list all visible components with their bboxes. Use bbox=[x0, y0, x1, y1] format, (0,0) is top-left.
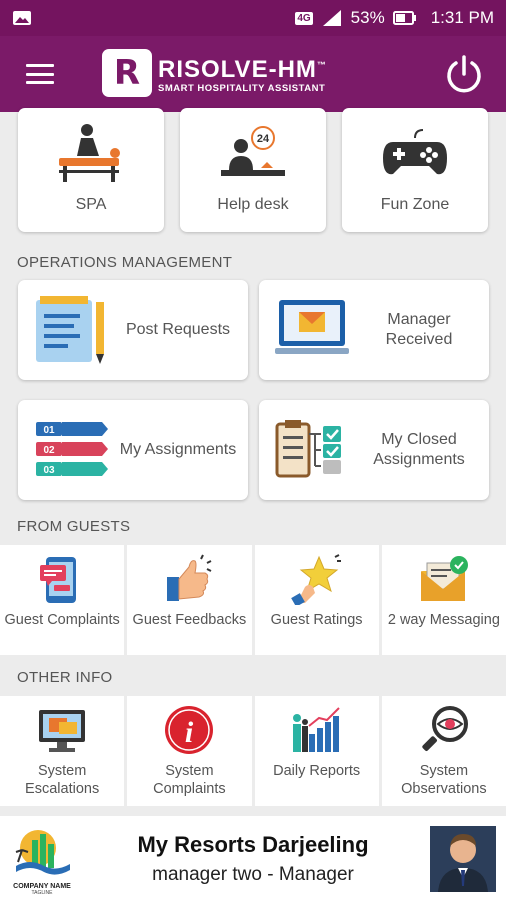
help-desk-card[interactable]: 24 Help desk bbox=[180, 108, 326, 232]
system-escalations-tile[interactable]: System Escalations bbox=[0, 696, 125, 806]
daily-reports-tile[interactable]: Daily Reports bbox=[254, 696, 379, 806]
two-way-messaging-label: 2 way Messaging bbox=[387, 612, 500, 628]
phone-complaint-icon bbox=[40, 557, 77, 603]
manager-received-label: Manager Received bbox=[385, 311, 453, 348]
gallery-notification-icon bbox=[13, 11, 31, 25]
system-observations-label: System Observations bbox=[401, 763, 487, 797]
logo-mark: R bbox=[102, 49, 152, 97]
power-icon[interactable] bbox=[444, 54, 484, 94]
other-info-row: System Escalations i System Complaints D… bbox=[0, 696, 506, 806]
guest-complaints-tile[interactable]: Guest Complaints bbox=[0, 545, 125, 655]
app-title: RISOLVE-HM bbox=[158, 56, 317, 83]
guest-complaints-label: Guest Complaints bbox=[4, 612, 120, 628]
svg-text:24: 24 bbox=[257, 133, 270, 145]
spa-icon bbox=[59, 124, 120, 182]
guests-row: Guest Complaints Guest Feedbacks Guest R… bbox=[0, 545, 506, 655]
help-desk-icon: 24 bbox=[221, 126, 285, 176]
thumbs-up-icon bbox=[167, 554, 212, 601]
trademark: ™ bbox=[316, 60, 327, 70]
app-bar: R RISOLVE-HM™ SMART HOSPITALITY ASSISTAN… bbox=[0, 36, 506, 112]
svg-text:i: i bbox=[185, 716, 194, 749]
operations-section-title: OPERATIONS MANAGEMENT bbox=[17, 254, 233, 271]
svg-text:01: 01 bbox=[43, 425, 55, 436]
system-observations-tile[interactable]: System Observations bbox=[381, 696, 506, 806]
svg-text:03: 03 bbox=[43, 465, 55, 476]
status-bar: 4G 53% 1:31 PM bbox=[0, 0, 506, 36]
my-assignments-label: My Assignments bbox=[119, 441, 237, 458]
menu-icon[interactable] bbox=[26, 64, 54, 84]
daily-reports-label: Daily Reports bbox=[273, 763, 361, 779]
info-circle-icon: i bbox=[165, 706, 214, 754]
my-closed-assignments-card[interactable]: My Closed Assignments bbox=[259, 400, 489, 500]
guest-feedbacks-label: Guest Feedbacks bbox=[132, 612, 247, 628]
two-way-messaging-tile[interactable]: 2 way Messaging bbox=[381, 545, 506, 655]
system-complaints-tile[interactable]: i System Complaints bbox=[127, 696, 252, 806]
fun-zone-label: Fun Zone bbox=[380, 196, 450, 213]
bar-chart-people-icon bbox=[292, 707, 340, 752]
battery-percent: 53% bbox=[350, 8, 385, 27]
my-assignments-card[interactable]: 01 02 03 My Assignments bbox=[18, 400, 248, 500]
clock: 1:31 PM bbox=[430, 8, 494, 27]
magnifier-eye-icon bbox=[422, 706, 468, 751]
checklist-icon bbox=[275, 420, 341, 478]
help-desk-label: Help desk bbox=[217, 196, 289, 213]
star-hand-icon bbox=[290, 554, 341, 605]
footer-profile: COMPANY NAME TAGLINE My Resorts Darjeeli… bbox=[0, 816, 506, 900]
numbered-list-icon: 01 02 03 bbox=[36, 422, 108, 476]
other-info-section-title: OTHER INFO bbox=[17, 669, 113, 686]
my-closed-assignments-label: My Closed Assignments bbox=[373, 431, 465, 468]
signal-icon bbox=[322, 10, 341, 26]
system-complaints-label: System Complaints bbox=[153, 763, 226, 797]
svg-text:02: 02 bbox=[43, 445, 55, 456]
guest-ratings-tile[interactable]: Guest Ratings bbox=[254, 545, 379, 655]
network-type-badge: 4G bbox=[295, 11, 313, 25]
guests-section-title: FROM GUESTS bbox=[17, 518, 131, 535]
system-escalations-label: System Escalations bbox=[25, 763, 100, 797]
monitor-mail-icon bbox=[275, 300, 349, 354]
company-logo-tagline: TAGLINE bbox=[31, 890, 53, 896]
computer-escalation-icon bbox=[39, 710, 86, 752]
spa-label: SPA bbox=[75, 196, 107, 213]
gamepad-icon bbox=[383, 129, 447, 175]
user-avatar[interactable] bbox=[430, 826, 496, 892]
guest-ratings-label: Guest Ratings bbox=[270, 612, 363, 628]
fun-zone-card[interactable]: Fun Zone bbox=[342, 108, 488, 232]
guest-feedbacks-tile[interactable]: Guest Feedbacks bbox=[127, 545, 252, 655]
manager-received-card[interactable]: Manager Received bbox=[259, 280, 489, 380]
post-requests-card[interactable]: Post Requests bbox=[18, 280, 248, 380]
app-logo: R RISOLVE-HM™ SMART HOSPITALITY ASSISTAN… bbox=[102, 49, 327, 97]
battery-icon bbox=[392, 11, 416, 25]
post-requests-label: Post Requests bbox=[125, 321, 231, 338]
app-subtitle: SMART HOSPITALITY ASSISTANT bbox=[158, 83, 326, 94]
notepad-icon bbox=[36, 296, 104, 364]
spa-card[interactable]: SPA bbox=[18, 108, 164, 232]
envelope-check-icon bbox=[420, 556, 468, 601]
